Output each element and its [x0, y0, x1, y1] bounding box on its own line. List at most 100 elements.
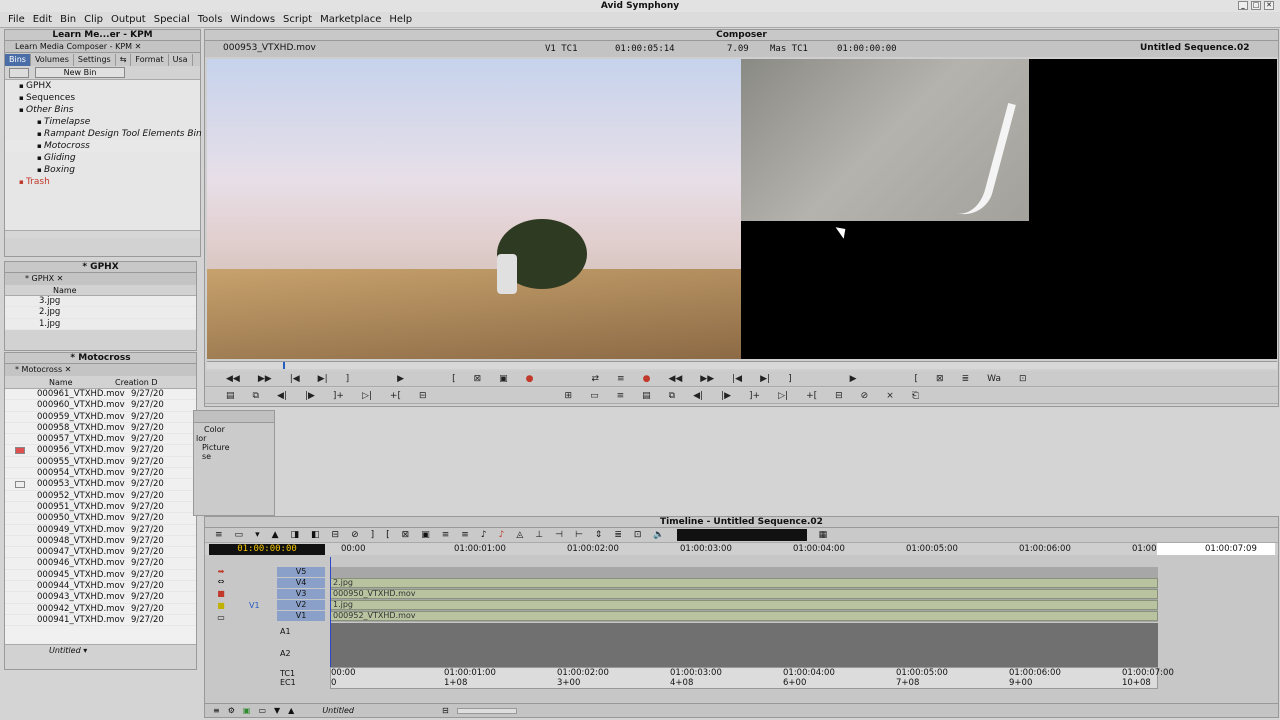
menu-help[interactable]: Help — [385, 14, 416, 25]
rec-replace-button[interactable]: ⊟ — [826, 391, 852, 401]
motocross-clip-row[interactable]: 000943_VTXHD.mov 9/27/20 — [5, 592, 196, 604]
tl-footer-label[interactable]: Untitled — [322, 706, 354, 715]
grid-view-button[interactable]: ⊞ — [556, 391, 582, 401]
bin-tree-item[interactable]: ▪ Timelapse — [5, 116, 200, 128]
tl-mark-button[interactable]: ] — [371, 530, 375, 540]
record-position-bar[interactable] — [741, 361, 1277, 369]
gphx-item[interactable]: 1.jpg — [5, 318, 196, 330]
match-frame-button[interactable]: ▤ — [217, 391, 244, 401]
menu-special[interactable]: Special — [150, 14, 194, 25]
menu-marketplace[interactable]: Marketplace — [316, 14, 385, 25]
motocross-clip-row[interactable]: 000960_VTXHD.mov 9/27/20 — [5, 400, 196, 412]
mark-out-button[interactable]: ▶| — [309, 374, 337, 384]
rec-clear-marks-button[interactable]: ⊠ — [927, 374, 953, 384]
motocross-clip-row[interactable]: 000958_VTXHD.mov 9/27/20 — [5, 423, 196, 435]
tab-format[interactable]: Format — [131, 53, 169, 66]
motocross-clip-row[interactable]: 000947_VTXHD.mov 9/27/20 — [5, 547, 196, 559]
tl-step-fwd-button[interactable]: ⊢ — [575, 530, 583, 540]
menu-bin[interactable]: Bin — [56, 14, 80, 25]
rec-match-frame-button[interactable]: ▤ — [633, 391, 660, 401]
menu-file[interactable]: File — [4, 14, 29, 25]
rec-splice-button[interactable]: ≣ — [953, 374, 979, 384]
rec-go-to-out-button[interactable]: ] — [779, 374, 801, 384]
step-forward-button[interactable]: ▶▶ — [249, 374, 281, 384]
timeline-clip[interactable]: 000952_VTXHD.mov — [330, 611, 1158, 621]
record-monitor[interactable] — [741, 59, 1277, 359]
source-clip-name[interactable]: 000953_VTXHD.mov — [223, 43, 316, 53]
track-a1[interactable]: A1 — [280, 627, 291, 636]
sequence-name[interactable]: Untitled Sequence.02 — [1140, 43, 1250, 53]
motocross-clip-row[interactable]: 000942_VTXHD.mov 9/27/20 — [5, 604, 196, 615]
toggle-source-record-button[interactable]: ⇄ — [583, 374, 609, 384]
motocross-clip-row[interactable]: 000951_VTXHD.mov 9/27/20 — [5, 502, 196, 514]
rec-mark-out-button[interactable]: ▶| — [751, 374, 779, 384]
motocross-clip-row[interactable]: 000944_VTXHD.mov 9/27/20 — [5, 581, 196, 593]
tab-volumes[interactable]: Volumes — [31, 53, 74, 66]
rec-step-forward-button[interactable]: ▶▶ — [691, 374, 723, 384]
swap-icon[interactable]: ⨯ — [877, 391, 903, 401]
tl-zoom-icon[interactable]: ⊟ — [442, 706, 449, 715]
no-entry-icon[interactable]: ⊘ — [852, 391, 878, 401]
extract-button[interactable]: ▷| — [353, 391, 381, 401]
tl-list2-button[interactable]: ≡ — [461, 530, 469, 540]
tl-expand-button[interactable]: ⇕ — [595, 530, 603, 540]
tl-list-button[interactable]: ≡ — [442, 530, 450, 540]
tl-footer-green-icon[interactable]: ▣ — [243, 706, 251, 715]
motocross-clip-row[interactable]: 000956_VTXHD.mov 9/27/20 — [5, 445, 196, 457]
lock-icon[interactable]: ⊡ — [1010, 374, 1036, 384]
tl-grid-button[interactable]: ⊡ — [634, 530, 642, 540]
splice-button[interactable]: ▣ — [490, 374, 517, 384]
gphx-item[interactable]: 2.jpg — [5, 307, 196, 319]
tl-effect-button[interactable]: ◬ — [516, 530, 523, 540]
tl-step-back-button[interactable]: ⊣ — [555, 530, 563, 540]
track-header[interactable]: V3 — [277, 589, 325, 599]
rec-extract-button[interactable]: ▷| — [769, 391, 797, 401]
track-header[interactable]: V5 — [277, 567, 325, 577]
bin-tree-item[interactable]: ▪ Other Bins — [5, 104, 200, 116]
menu-output[interactable]: Output — [107, 14, 150, 25]
bin-tree-item[interactable]: ▪ Boxing — [5, 164, 200, 176]
trim-right-button[interactable]: |▶ — [296, 391, 324, 401]
menu-edit[interactable]: Edit — [29, 14, 56, 25]
bin-tree-item[interactable]: ▪ Sequences — [5, 92, 200, 104]
tl-footer-btn[interactable]: ▭ — [258, 706, 266, 715]
track-a2[interactable]: A2 — [280, 649, 291, 658]
tl-clear-button[interactable]: ⊠ — [402, 530, 410, 540]
project-tab[interactable]: Learn Media Composer - KPM ✕ — [5, 41, 200, 53]
motocross-clip-row[interactable]: 000946_VTXHD.mov 9/27/20 — [5, 558, 196, 570]
menu-tools[interactable]: Tools — [194, 14, 227, 25]
go-to-out-button[interactable]: ] — [337, 374, 359, 384]
play-button[interactable]: ▶ — [388, 374, 413, 384]
rec-mark-in-button[interactable]: |◀ — [723, 374, 751, 384]
record-track-label[interactable]: Mas TC1 — [770, 44, 808, 54]
bin-tree-item[interactable]: ▪ GPHX — [5, 80, 200, 92]
menu-windows[interactable]: Windows — [226, 14, 279, 25]
gphx-col-name[interactable]: Name — [5, 285, 196, 296]
stop-button[interactable]: ● — [517, 374, 543, 384]
tl-speaker-icon[interactable]: 🔈 — [653, 530, 664, 540]
rec-lift-button[interactable]: ]+ — [740, 391, 769, 401]
gphx-item[interactable]: 3.jpg — [5, 296, 196, 308]
menu-clip[interactable]: Clip — [80, 14, 107, 25]
bin-tree-item[interactable]: ▪ Rampant Design Tool Elements Bin — [5, 128, 202, 140]
tl-footer-down[interactable]: ▼ — [274, 706, 280, 715]
timeline-position-tc[interactable]: 01:00:00:00 — [209, 544, 325, 555]
rec-link-button[interactable]: ⧉ — [660, 391, 684, 401]
tl-segment-button[interactable]: ⊟ — [332, 530, 340, 540]
tl-lift-button[interactable]: ◧ — [311, 530, 320, 540]
rec-overwrite-button[interactable]: +[ — [797, 391, 826, 401]
motocross-clip-row[interactable]: 000957_VTXHD.mov 9/27/20 — [5, 434, 196, 446]
motocross-clip-row[interactable]: 000953_VTXHD.mov 9/27/20 — [5, 479, 196, 491]
record-menu-button[interactable]: ≡ — [608, 374, 634, 384]
minimize-icon[interactable]: _ — [1238, 1, 1248, 10]
trim-left-button[interactable]: ◀| — [268, 391, 296, 401]
tl-pencil-button[interactable]: ⊥ — [535, 530, 543, 540]
motocross-clip-row[interactable]: 000955_VTXHD.mov 9/27/20 — [5, 457, 196, 469]
motocross-clip-row[interactable]: 000941_VTXHD.mov 9/27/20 — [5, 615, 196, 627]
maximize-icon[interactable]: □ — [1251, 1, 1261, 10]
tab-bins[interactable]: Bins — [5, 53, 31, 66]
project-scrollbar[interactable] — [5, 230, 200, 238]
motocross-clip-row[interactable]: 000948_VTXHD.mov 9/27/20 — [5, 536, 196, 548]
tab-usage[interactable]: Usa — [169, 53, 193, 66]
tl-splice-button[interactable]: ▣ — [421, 530, 430, 540]
